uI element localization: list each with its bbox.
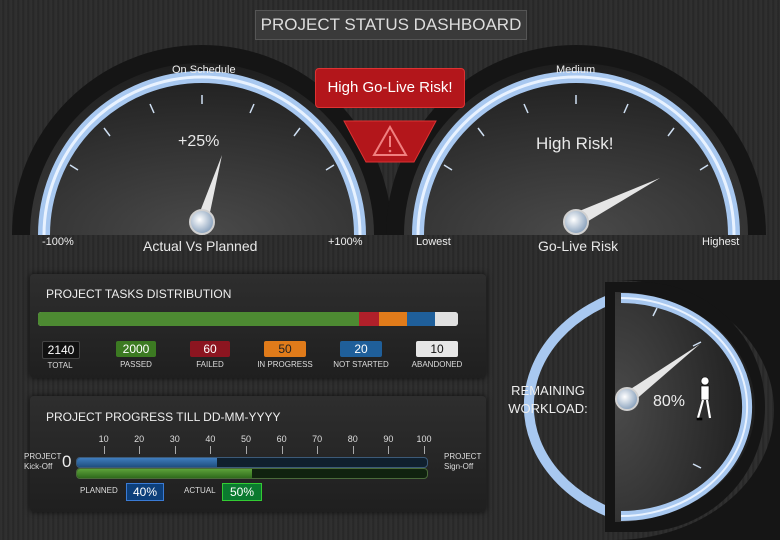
- bar-segment-abandoned: [435, 312, 458, 326]
- bar-segment-in-progress: [379, 312, 407, 326]
- progress-tick-mark: [388, 446, 390, 454]
- progress-tick-label: 40: [205, 434, 216, 444]
- bar-segment-not-started: [407, 312, 435, 326]
- planned-progress-fill: [77, 458, 217, 467]
- bar-segment-passed: [38, 312, 359, 326]
- schedule-max-label: +100%: [328, 236, 363, 248]
- project-start-value: 0: [62, 452, 72, 471]
- risk-value: High Risk!: [536, 134, 614, 153]
- planned-value: 40%: [126, 483, 164, 501]
- progress-tick-label: 20: [134, 434, 145, 444]
- abandoned-label: ABANDONED: [411, 360, 463, 369]
- workload-value: 80%: [653, 393, 686, 410]
- failed-label: FAILED: [196, 360, 224, 369]
- actual-progress-bar: [76, 468, 428, 479]
- in-progress-label: IN PROGRESS: [257, 360, 313, 369]
- project-start-label: PROJECT Kick-Off: [24, 452, 62, 471]
- total-count: 2140: [42, 341, 80, 359]
- planned-progress-bar: [76, 457, 428, 468]
- actual-value: 50%: [222, 483, 262, 501]
- workload-label: REMAINING WORKLOAD:: [508, 383, 588, 416]
- project-end-label: PROJECT Sign-Off: [444, 452, 482, 471]
- schedule-top-label: On Schedule: [172, 64, 236, 76]
- progress-tick-mark: [103, 446, 105, 454]
- progress-tick-mark: [174, 446, 176, 454]
- abandoned-count: 10: [416, 341, 458, 357]
- progress-tick-mark: [210, 446, 212, 454]
- progress-tick-mark: [352, 446, 354, 454]
- progress-tick-mark: [281, 446, 283, 454]
- not-started-label: NOT STARTED: [333, 360, 389, 369]
- progress-tick-label: 60: [276, 434, 287, 444]
- passed-label: PASSED: [120, 360, 152, 369]
- in-progress-count: 50: [264, 341, 306, 357]
- progress-tick-mark: [246, 446, 247, 454]
- progress-tick-mark: [139, 446, 141, 454]
- planned-label: PLANNED: [80, 486, 118, 495]
- risk-top-label: Medium: [556, 64, 596, 76]
- progress-title: PROJECT PROGRESS TILL DD-MM-YYYY: [46, 410, 281, 424]
- passed-count: 2000: [116, 341, 156, 357]
- schedule-value: +25%: [178, 133, 220, 150]
- tasks-title: PROJECT TASKS DISTRIBUTION: [46, 287, 232, 301]
- total-label: TOTAL: [47, 361, 73, 370]
- schedule-caption: Actual Vs Planned: [143, 238, 258, 254]
- progress-tick-label: 80: [347, 434, 358, 444]
- progress-tick-label: 10: [98, 434, 109, 444]
- risk-caption: Go-Live Risk: [538, 238, 619, 254]
- tasks-distribution-bar: [38, 312, 458, 326]
- progress-tick-label: 90: [383, 434, 394, 444]
- actual-label: ACTUAL: [184, 486, 216, 495]
- failed-count: 60: [190, 341, 230, 357]
- bar-segment-failed: [359, 312, 379, 326]
- progress-tick-label: 70: [312, 434, 323, 444]
- risk-banner: High Go-Live Risk!: [315, 68, 465, 108]
- progress-scale: 10 20 30 40 50 60 70 80 90 100: [0, 434, 780, 458]
- not-started-count: 20: [340, 341, 382, 357]
- risk-max-label: Highest: [702, 236, 740, 248]
- progress-tick-label: 100: [416, 434, 432, 444]
- progress-tick-mark: [424, 446, 425, 454]
- progress-tick-mark: [317, 446, 319, 454]
- schedule-min-label: -100%: [42, 236, 74, 248]
- risk-min-label: Lowest: [416, 236, 451, 248]
- progress-tick-label: 30: [169, 434, 180, 444]
- progress-tick-label: 50: [240, 434, 251, 444]
- actual-progress-fill: [77, 469, 252, 478]
